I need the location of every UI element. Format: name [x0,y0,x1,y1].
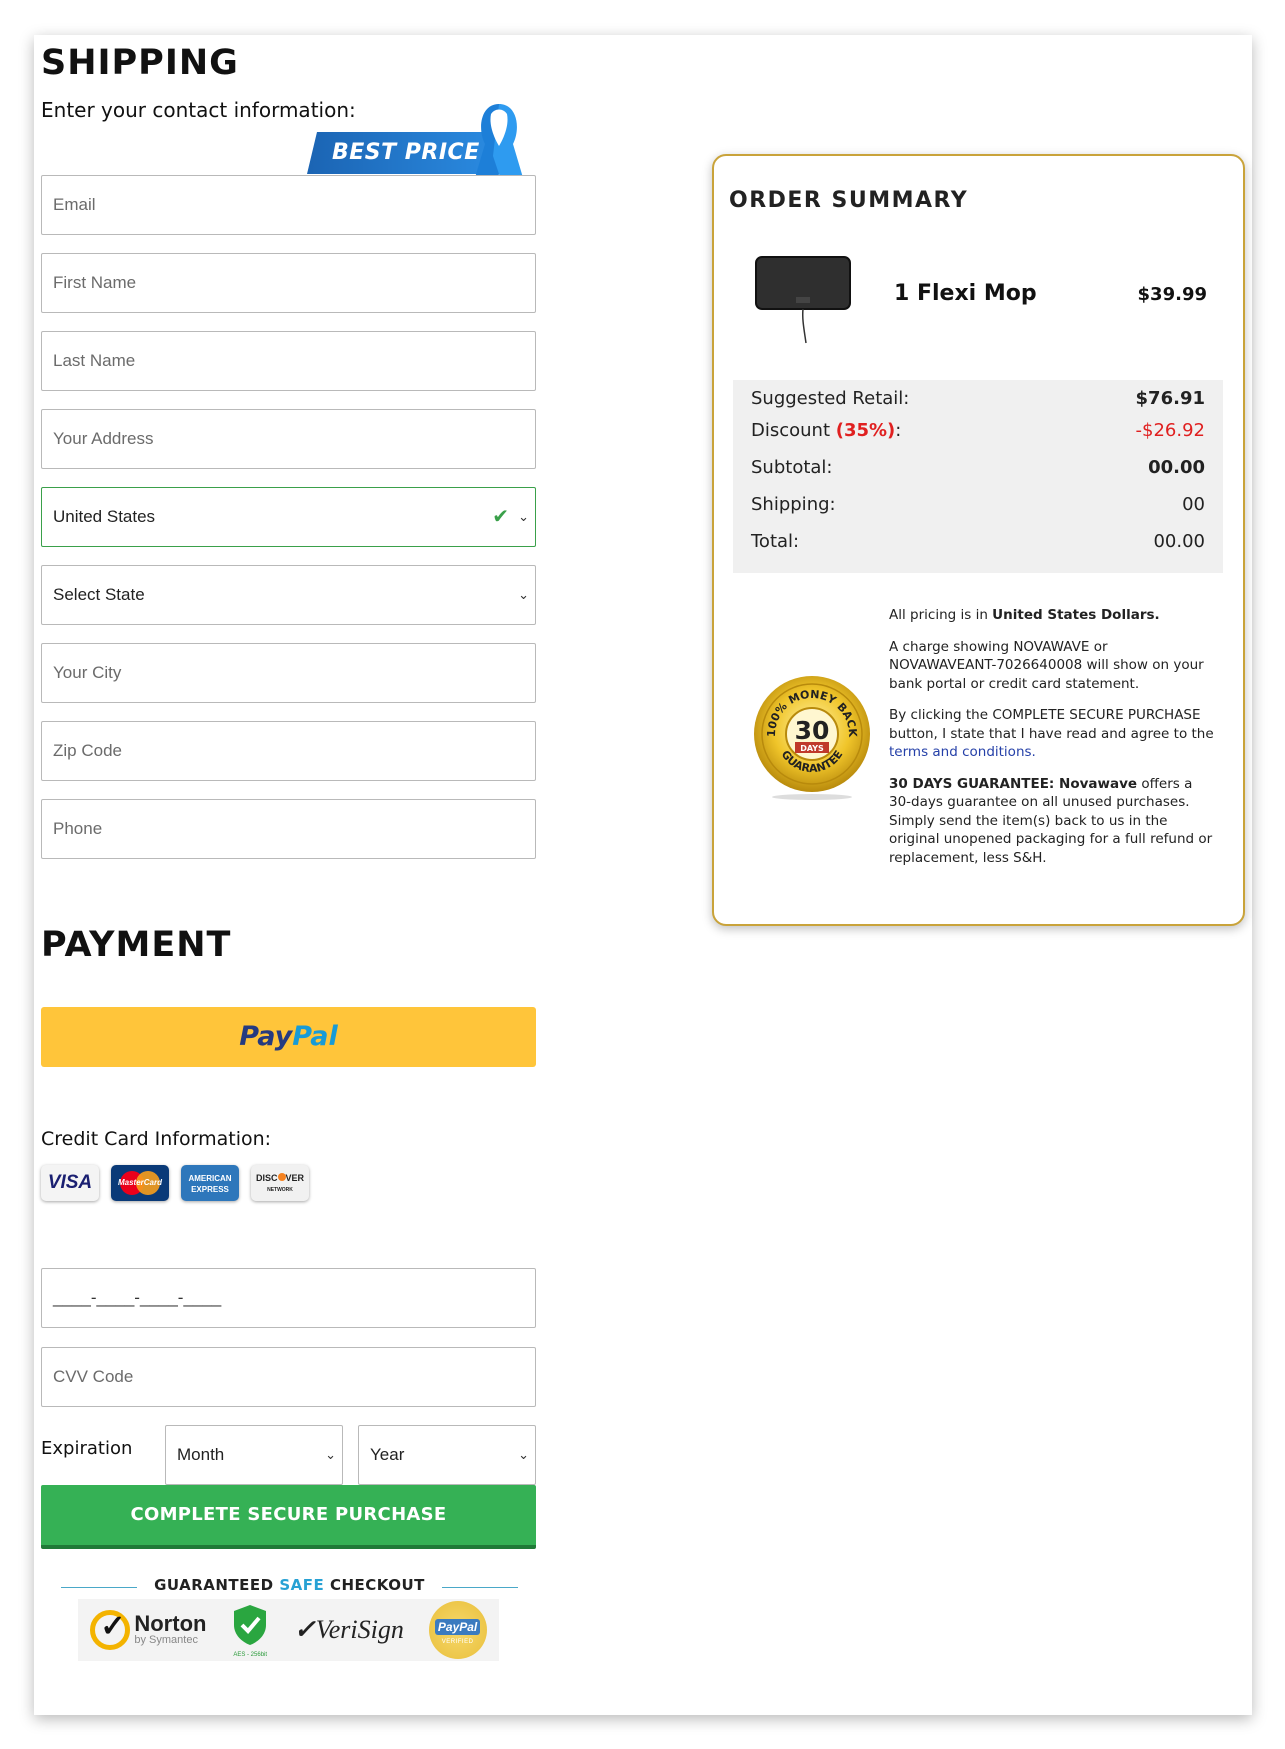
discount-row: Discount (35%): -$26.92 [751,420,1205,441]
phone-field[interactable]: Phone [41,799,536,859]
state-select[interactable]: Select State ⌄ [41,565,536,625]
guaranteed-checkout: GUARANTEED SAFE CHECKOUT [61,1576,518,1596]
zip-field[interactable]: Zip Code [41,721,536,781]
shipping-row: Shipping: 00 [751,494,1205,515]
card-number-field[interactable]: ____-____-____-____ [41,1268,536,1328]
state-value: Select State [53,585,145,604]
last-name-field[interactable]: Last Name [41,331,536,391]
product-price: $39.99 [1137,284,1207,305]
trust-badges: Norton by Symantec AES - 256bit ✓VeriSig… [78,1599,499,1661]
charge-note: A charge showing NOVAWAVE or NOVAWAVEANT… [889,638,1204,692]
complete-purchase-button[interactable]: COMPLETE SECURE PURCHASE [41,1485,536,1549]
svg-text:DAYS: DAYS [800,744,824,753]
chevron-down-icon: ⌄ [518,587,529,602]
month-value: Month [177,1445,225,1464]
first-name-field[interactable]: First Name [41,253,536,313]
chevron-down-icon: ⌄ [325,1447,336,1462]
email-field[interactable]: Email [41,175,536,235]
guarantee-note: 30 DAYS GUARANTEE: Novawave offers a 30-… [889,775,1213,866]
guarantee-seal-icon: 100% MONEY BACK GUARANTEE 30 DAYS [754,676,870,800]
country-select[interactable]: United States ✔ ⌄ [41,487,536,547]
credit-card-label: Credit Card Information: [41,1128,272,1150]
checkout-card: SHIPPING Enter your contact information:… [34,35,1252,1715]
order-notes: All pricing is in United States Dollars.… [889,606,1214,880]
verisign-icon: ✓VeriSign [293,1615,404,1644]
shipping-heading: SHIPPING [41,43,239,83]
city-field[interactable]: Your City [41,643,536,703]
terms-note: By clicking the COMPLETE SECURE PURCHASE… [889,707,1214,760]
accepted-cards: VISA MasterCard AMERICAN EXPRESS DISC VER… [41,1165,309,1203]
visa-icon: VISA [41,1165,99,1201]
paypal-logo-pay: Pay [239,1021,293,1052]
chevron-down-icon: ⌄ [518,509,529,524]
cvv-field[interactable]: CVV Code [41,1347,536,1407]
order-summary: ORDER SUMMARY 1 Flexi Mop $39.99 Suggest… [712,154,1245,926]
month-select[interactable]: Month ⌄ [165,1425,343,1485]
paypal-button[interactable]: PayPal [41,1007,536,1067]
best-price-label: BEST PRICE [307,132,493,174]
subtotal-row: Subtotal: 00.00 [751,457,1205,478]
product-name: 1 Flexi Mop [894,281,1037,306]
address-field[interactable]: Your Address [41,409,536,469]
mastercard-icon: MasterCard [111,1165,169,1201]
discover-icon: DISC VER NETWORK [251,1165,309,1201]
country-value: United States [53,507,156,526]
amex-icon: AMERICAN EXPRESS [181,1165,239,1201]
year-select[interactable]: Year ⌄ [358,1425,536,1485]
paypal-verified-icon: PayPal VERIFIED [428,1601,487,1659]
terms-link[interactable]: terms and conditions. [889,744,1036,760]
chevron-down-icon: ⌄ [518,1447,529,1462]
payment-heading: PAYMENT [41,925,232,965]
norton-icon: Norton by Symantec [90,1609,206,1650]
expiration-label: Expiration [41,1438,133,1459]
product-image [755,256,851,344]
paypal-logo-pal: Pal [292,1021,338,1052]
shield-check-icon: AES - 256bit [231,1603,269,1658]
suggested-retail-row: Suggested Retail: $76.91 [751,388,1205,409]
totals-panel: Suggested Retail: $76.91 Discount (35%):… [733,380,1223,573]
currency-note: All pricing is in United States Dollars. [889,607,1160,623]
check-icon: ✔ [492,506,509,528]
svg-text:30: 30 [795,716,830,745]
order-summary-title: ORDER SUMMARY [729,188,969,213]
total-row: Total: 00.00 [751,531,1205,552]
year-value: Year [370,1445,405,1464]
